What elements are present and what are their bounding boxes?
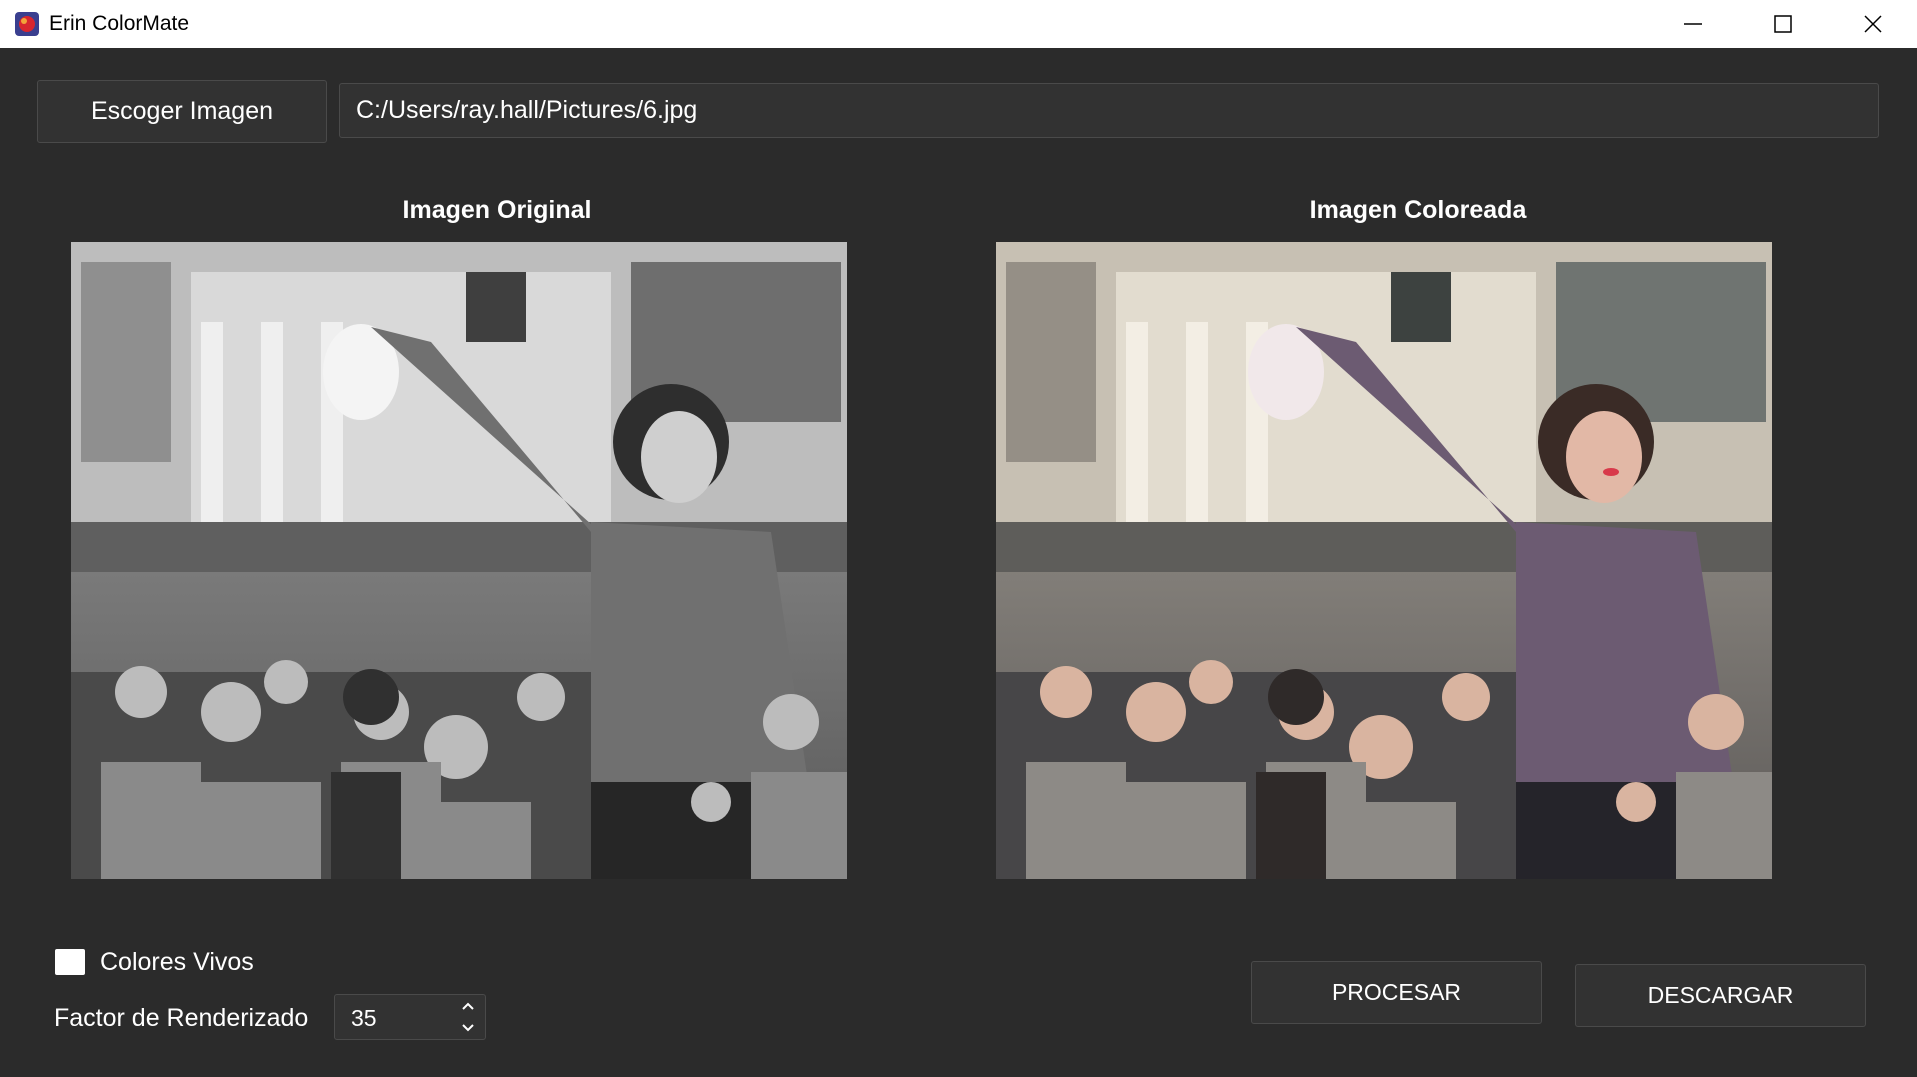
close-icon (1864, 15, 1882, 33)
colored-image (996, 242, 1772, 879)
spin-arrows (451, 995, 485, 1039)
minimize-button[interactable] (1648, 0, 1738, 48)
minimize-icon (1684, 23, 1702, 25)
maximize-icon (1774, 15, 1792, 33)
render-factor-label: Factor de Renderizado (54, 1004, 309, 1032)
render-factor-value[interactable]: 35 (351, 1005, 377, 1032)
colored-image-title: Imagen Coloreada (1309, 196, 1527, 224)
original-image (71, 242, 847, 879)
title-bar: Erin ColorMate (0, 0, 1917, 48)
vivid-colors-label: Colores Vivos (100, 948, 254, 976)
chevron-up-icon (462, 1002, 474, 1010)
process-button[interactable]: PROCESAR (1251, 961, 1542, 1024)
spin-down-button[interactable] (451, 1017, 485, 1039)
image-path-field[interactable]: C:/Users/ray.hall/Pictures/6.jpg (339, 83, 1879, 138)
chevron-down-icon (462, 1024, 474, 1032)
render-factor-spinbox[interactable]: 35 (334, 994, 486, 1040)
download-button[interactable]: DESCARGAR (1575, 964, 1866, 1027)
close-button[interactable] (1828, 0, 1917, 48)
original-image-title: Imagen Original (402, 196, 592, 224)
spin-up-button[interactable] (451, 995, 485, 1017)
maximize-button[interactable] (1738, 0, 1828, 48)
window-title: Erin ColorMate (49, 12, 190, 35)
choose-image-button[interactable]: Escoger Imagen (37, 80, 327, 143)
vivid-colors-checkbox[interactable] (55, 949, 85, 975)
app-icon (15, 12, 39, 36)
